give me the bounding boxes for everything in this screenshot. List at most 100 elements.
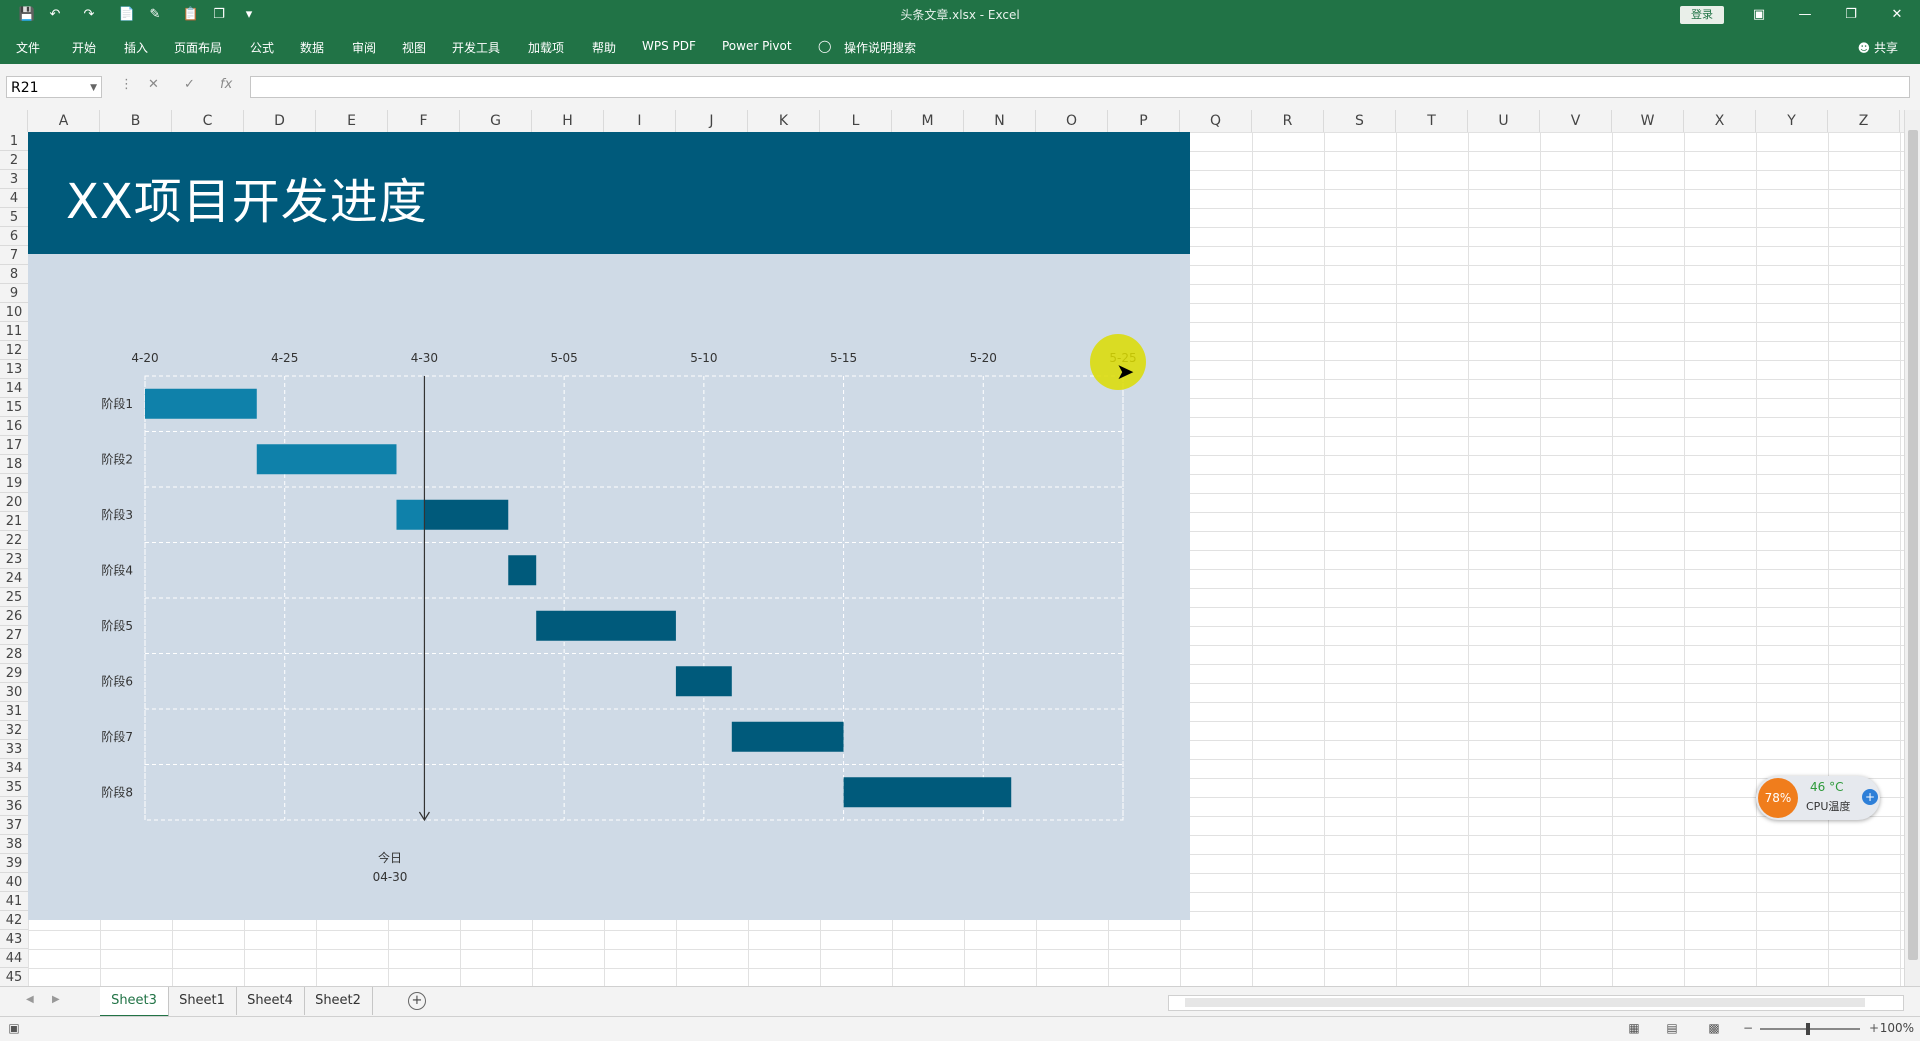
column-header-l[interactable]: L xyxy=(820,110,892,132)
column-header-d[interactable]: D xyxy=(244,110,316,132)
restore-icon[interactable]: ❐ xyxy=(1836,4,1866,26)
zoom-level[interactable]: 100% xyxy=(1880,1021,1914,1035)
row-header-34[interactable]: 34 xyxy=(0,759,28,778)
tab-help[interactable]: 帮助 xyxy=(592,39,616,56)
minimize-icon[interactable]: — xyxy=(1790,4,1820,26)
column-header-z[interactable]: Z xyxy=(1828,110,1900,132)
row-header-31[interactable]: 31 xyxy=(0,702,28,721)
column-header-x[interactable]: X xyxy=(1684,110,1756,132)
column-header-k[interactable]: K xyxy=(748,110,820,132)
row-header-4[interactable]: 4 xyxy=(0,189,28,208)
row-header-8[interactable]: 8 xyxy=(0,265,28,284)
tab-home[interactable]: 开始 xyxy=(72,39,96,56)
row-header-23[interactable]: 23 xyxy=(0,550,28,569)
row-header-14[interactable]: 14 xyxy=(0,379,28,398)
page-break-view-icon[interactable]: ▩ xyxy=(1706,1021,1722,1035)
row-header-38[interactable]: 38 xyxy=(0,835,28,854)
column-header-v[interactable]: V xyxy=(1540,110,1612,132)
column-header-q[interactable]: Q xyxy=(1180,110,1252,132)
zoom-slider[interactable] xyxy=(1760,1023,1860,1035)
column-header-e[interactable]: E xyxy=(316,110,388,132)
tab-wps-pdf[interactable]: WPS PDF xyxy=(642,39,696,53)
row-header-28[interactable]: 28 xyxy=(0,645,28,664)
paste-icon[interactable]: 📋 xyxy=(182,6,200,24)
insert-function-icon[interactable]: fx xyxy=(220,77,232,92)
row-header-19[interactable]: 19 xyxy=(0,474,28,493)
copy-icon[interactable]: ❐ xyxy=(210,6,228,24)
tab-data[interactable]: 数据 xyxy=(300,39,324,56)
cpu-monitor-widget[interactable]: 78% 46 °C CPU温度 + xyxy=(1756,776,1880,820)
column-header-u[interactable]: U xyxy=(1468,110,1540,132)
column-header-p[interactable]: P xyxy=(1108,110,1180,132)
column-header-f[interactable]: F xyxy=(388,110,460,132)
row-header-18[interactable]: 18 xyxy=(0,455,28,474)
row-header-43[interactable]: 43 xyxy=(0,930,28,949)
zoom-out-icon[interactable]: − xyxy=(1740,1021,1756,1035)
share-button[interactable]: ☻ 共享 xyxy=(1858,39,1898,56)
row-header-30[interactable]: 30 xyxy=(0,683,28,702)
column-header-t[interactable]: T xyxy=(1396,110,1468,132)
zoom-slider-knob[interactable] xyxy=(1806,1023,1810,1035)
column-header-g[interactable]: G xyxy=(460,110,532,132)
row-header-12[interactable]: 12 xyxy=(0,341,28,360)
row-header-21[interactable]: 21 xyxy=(0,512,28,531)
row-header-22[interactable]: 22 xyxy=(0,531,28,550)
column-header-y[interactable]: Y xyxy=(1756,110,1828,132)
sheet-tab-sheet2[interactable]: Sheet2 xyxy=(304,987,373,1015)
sheet-tab-sheet3[interactable]: Sheet3 xyxy=(100,987,169,1018)
cancel-formula-icon[interactable]: ✕ xyxy=(148,77,159,92)
sheet-tab-sheet1[interactable]: Sheet1 xyxy=(168,987,237,1015)
next-sheet-icon[interactable]: ▶ xyxy=(52,994,60,1005)
row-header-17[interactable]: 17 xyxy=(0,436,28,455)
row-header-39[interactable]: 39 xyxy=(0,854,28,873)
row-header-20[interactable]: 20 xyxy=(0,493,28,512)
prev-sheet-icon[interactable]: ◀ xyxy=(26,994,34,1005)
row-header-1[interactable]: 1 xyxy=(0,132,28,151)
normal-view-icon[interactable]: ▦ xyxy=(1626,1021,1642,1035)
row-header-44[interactable]: 44 xyxy=(0,949,28,968)
vertical-scrollbar[interactable] xyxy=(1904,110,1920,986)
tab-addins[interactable]: 加载项 xyxy=(528,39,564,56)
close-icon[interactable]: ✕ xyxy=(1882,4,1912,26)
tab-review[interactable]: 审阅 xyxy=(352,39,376,56)
undo-icon[interactable]: ↶ xyxy=(46,6,64,24)
column-header-h[interactable]: H xyxy=(532,110,604,132)
row-header-5[interactable]: 5 xyxy=(0,208,28,227)
login-button[interactable]: 登录 xyxy=(1680,6,1724,24)
row-header-33[interactable]: 33 xyxy=(0,740,28,759)
row-header-40[interactable]: 40 xyxy=(0,873,28,892)
row-header-25[interactable]: 25 xyxy=(0,588,28,607)
row-header-2[interactable]: 2 xyxy=(0,151,28,170)
sheet-tab-sheet4[interactable]: Sheet4 xyxy=(236,987,305,1015)
row-header-36[interactable]: 36 xyxy=(0,797,28,816)
add-sheet-button[interactable]: + xyxy=(408,992,426,1010)
chevron-down-icon[interactable]: ▼ xyxy=(90,77,97,99)
column-header-b[interactable]: B xyxy=(100,110,172,132)
horizontal-scroll-thumb[interactable] xyxy=(1185,998,1865,1007)
row-header-29[interactable]: 29 xyxy=(0,664,28,683)
row-header-42[interactable]: 42 xyxy=(0,911,28,930)
row-header-9[interactable]: 9 xyxy=(0,284,28,303)
tab-power-pivot[interactable]: Power Pivot xyxy=(722,39,792,53)
row-header-24[interactable]: 24 xyxy=(0,569,28,588)
column-header-n[interactable]: N xyxy=(964,110,1036,132)
page-layout-view-icon[interactable]: ▤ xyxy=(1664,1021,1680,1035)
row-header-26[interactable]: 26 xyxy=(0,607,28,626)
row-header-11[interactable]: 11 xyxy=(0,322,28,341)
tab-insert[interactable]: 插入 xyxy=(124,39,148,56)
horizontal-scrollbar[interactable] xyxy=(1168,995,1904,1011)
row-header-45[interactable]: 45 xyxy=(0,968,28,986)
row-header-37[interactable]: 37 xyxy=(0,816,28,835)
name-box[interactable]: R21 ▼ xyxy=(6,76,102,98)
row-header-16[interactable]: 16 xyxy=(0,417,28,436)
customize-icon[interactable]: ▾ xyxy=(240,6,258,24)
column-header-s[interactable]: S xyxy=(1324,110,1396,132)
column-header-c[interactable]: C xyxy=(172,110,244,132)
column-header-r[interactable]: R xyxy=(1252,110,1324,132)
tab-page-layout[interactable]: 页面布局 xyxy=(174,39,222,56)
row-header-15[interactable]: 15 xyxy=(0,398,28,417)
formula-input[interactable] xyxy=(250,76,1910,98)
column-header-i[interactable]: I xyxy=(604,110,676,132)
tab-developer[interactable]: 开发工具 xyxy=(452,39,500,56)
row-header-35[interactable]: 35 xyxy=(0,778,28,797)
